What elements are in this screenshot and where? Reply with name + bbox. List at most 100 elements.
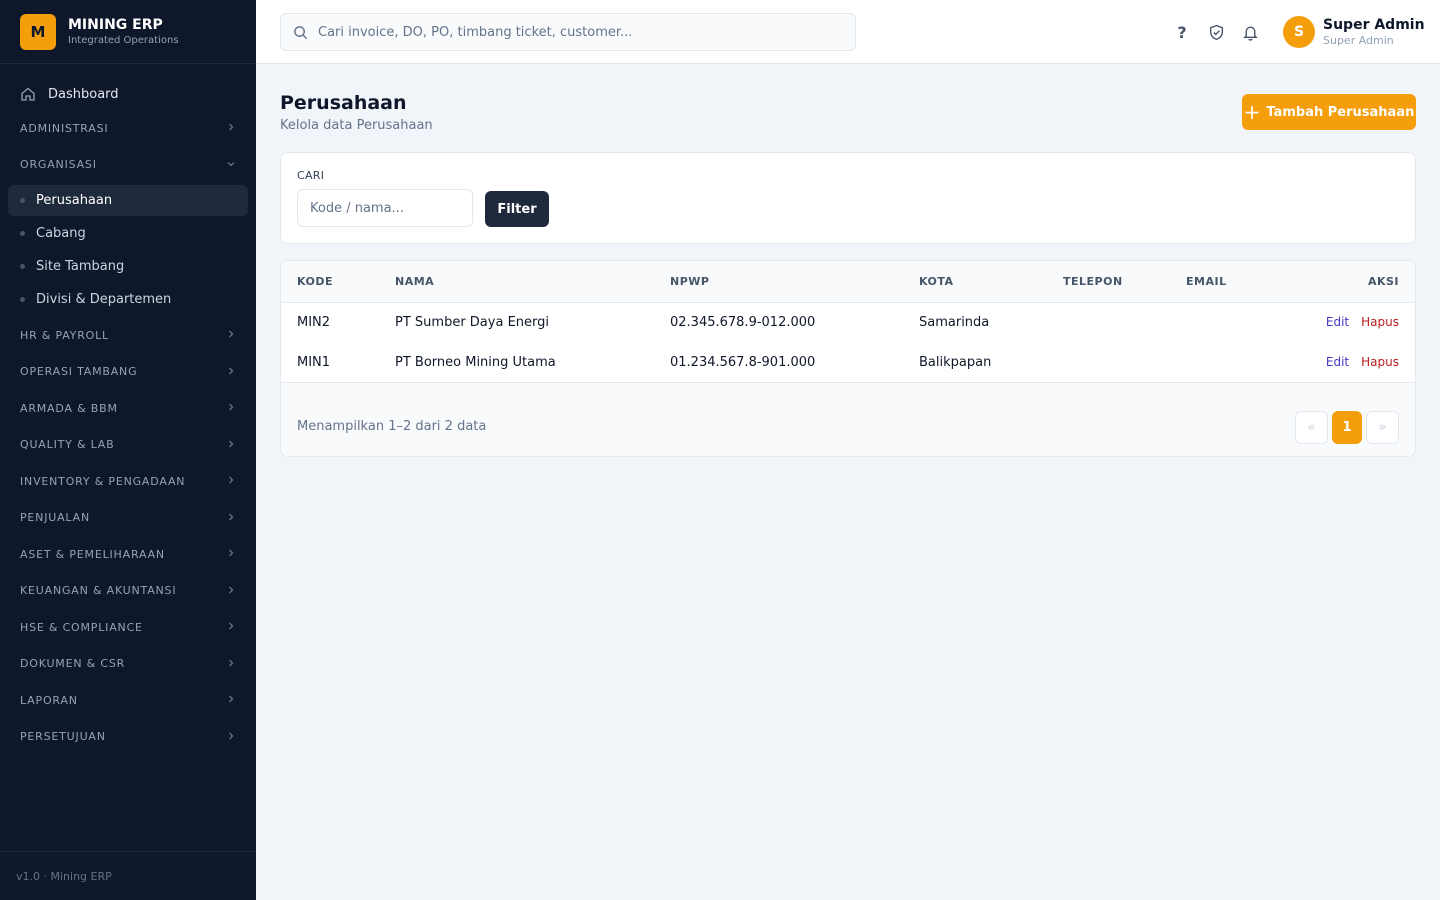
brand-logo: M	[20, 13, 56, 50]
table-row: MIN2 PT Sumber Daya Energi 02.345.678.9-…	[281, 302, 1415, 342]
sidebar-section-label: ASET & PEMELIHARAAN	[20, 547, 165, 561]
cell-npwp: 01.234.567.8-901.000	[670, 354, 816, 370]
delete-link[interactable]: Hapus	[1361, 315, 1399, 329]
cell-nama: PT Sumber Daya Energi	[395, 314, 549, 330]
topbar: ? S Super Admin Super Admin	[256, 0, 1440, 64]
cell-email	[1170, 342, 1290, 382]
table-row: MIN1 PT Borneo Mining Utama 01.234.567.8…	[281, 342, 1415, 382]
cell-kode: MIN2	[297, 314, 331, 330]
pagination-page-button[interactable]: 1	[1332, 411, 1362, 444]
column-header-npwp: NPWP	[670, 274, 710, 288]
sidebar-section-laporan[interactable]: LAPORAN	[0, 682, 256, 719]
user-name: Super Admin	[1323, 16, 1425, 33]
column-header-nama: NAMA	[395, 274, 435, 288]
bullet-icon	[20, 198, 25, 203]
shield-check-icon[interactable]	[1204, 20, 1228, 44]
column-header-email: EMAIL	[1186, 274, 1227, 288]
table-footer: Menampilkan 1–2 dari 2 data « 1 »	[281, 382, 1415, 456]
sidebar-item-dashboard[interactable]: Dashboard	[8, 78, 248, 110]
chevron-right-icon	[226, 584, 236, 598]
cell-actions: Edit Hapus	[1290, 302, 1415, 342]
chevron-right-icon	[226, 121, 236, 135]
sidebar-section-keuangan-akuntansi[interactable]: KEUANGAN & AKUNTANSI	[0, 573, 256, 610]
sidebar-item-perusahaan[interactable]: Perusahaan	[8, 185, 248, 216]
sidebar-section-label: QUALITY & LAB	[20, 438, 115, 452]
brand-name: MINING ERP	[68, 16, 163, 33]
sidebar-section-label: PERSETUJUAN	[20, 730, 106, 744]
pagination-prev-button[interactable]: «	[1295, 411, 1328, 444]
filter-label: CARI	[297, 169, 325, 182]
pagination-info: Menampilkan 1–2 dari 2 data	[297, 419, 487, 434]
chevron-right-icon	[226, 438, 236, 452]
sidebar-item-label: Dashboard	[48, 86, 119, 102]
sidebar-section-inventory-pengadaan[interactable]: INVENTORY & PENGADAAN	[0, 463, 256, 500]
pagination: « 1 »	[1291, 411, 1399, 444]
sidebar-section-quality-lab[interactable]: QUALITY & LAB	[0, 427, 256, 464]
add-company-label: Tambah Perusahaan	[1266, 104, 1415, 120]
cell-npwp: 02.345.678.9-012.000	[670, 314, 816, 330]
home-icon	[21, 87, 35, 101]
search-icon	[294, 25, 308, 39]
edit-link[interactable]: Edit	[1326, 355, 1349, 369]
help-icon[interactable]: ?	[1170, 20, 1194, 44]
sidebar-section-label: INVENTORY & PENGADAAN	[20, 474, 186, 488]
cell-actions: Edit Hapus	[1290, 342, 1415, 382]
sidebar-item-cabang[interactable]: Cabang	[8, 218, 248, 249]
chevron-right-icon	[226, 547, 236, 561]
sidebar-section-penjualan[interactable]: PENJUALAN	[0, 500, 256, 537]
sidebar-section-label: ORGANISASI	[20, 158, 97, 172]
chevron-down-icon	[226, 158, 236, 172]
global-search	[280, 13, 856, 51]
bullet-icon	[20, 297, 25, 302]
sidebar-section-hse-compliance[interactable]: HSE & COMPLIANCE	[0, 609, 256, 646]
sidebar-section-administrasi[interactable]: ADMINISTRASI	[0, 110, 256, 147]
sidebar-section-label: ADMINISTRASI	[20, 121, 109, 135]
cell-nama: PT Borneo Mining Utama	[395, 354, 556, 370]
cell-telepon	[1047, 302, 1170, 342]
sidebar-section-label: OPERASI TAMBANG	[20, 365, 138, 379]
bell-icon[interactable]	[1238, 20, 1262, 44]
page-title: Perusahaan	[280, 92, 407, 114]
filter-card: CARI Filter	[280, 152, 1416, 244]
chevron-right-icon	[226, 511, 236, 525]
edit-link[interactable]: Edit	[1326, 315, 1349, 329]
sidebar-section-label: PENJUALAN	[20, 511, 90, 525]
user-menu[interactable]: S Super Admin Super Admin	[1283, 16, 1425, 48]
sidebar-section-aset-pemeliharaan[interactable]: ASET & PEMELIHARAAN	[0, 536, 256, 573]
sidebar-section-organisasi[interactable]: ORGANISASI	[0, 147, 256, 184]
sidebar-section-armada-bbm[interactable]: ARMADA & BBM	[0, 390, 256, 427]
search-input[interactable]	[318, 24, 838, 40]
sidebar-section-operasi-tambang[interactable]: OPERASI TAMBANG	[0, 354, 256, 391]
chevron-right-icon	[226, 620, 236, 634]
avatar: S	[1283, 16, 1315, 48]
cell-email	[1170, 302, 1290, 342]
filter-search-input[interactable]	[297, 189, 473, 227]
company-table: KODE NAMA NPWP KOTA TELEPON EMAIL AKSI M…	[281, 261, 1415, 382]
sidebar: M MINING ERP Integrated Operations Dashb…	[0, 0, 256, 900]
sidebar-section-label: LAPORAN	[20, 693, 78, 707]
sidebar-footer: v1.0 · Mining ERP	[0, 851, 256, 900]
sidebar-item-label: Site Tambang	[36, 259, 125, 274]
sidebar-item-label: Divisi & Departemen	[36, 292, 172, 307]
filter-button[interactable]: Filter	[485, 191, 549, 227]
chevron-right-icon	[226, 401, 236, 415]
company-table-card: KODE NAMA NPWP KOTA TELEPON EMAIL AKSI M…	[280, 260, 1416, 457]
sidebar-section-persetujuan[interactable]: PERSETUJUAN	[0, 719, 256, 756]
sidebar-section-label: ARMADA & BBM	[20, 401, 118, 415]
plus-icon: +	[1243, 100, 1261, 124]
chevron-right-icon	[226, 365, 236, 379]
chevron-right-icon	[226, 730, 236, 744]
cell-kota: Samarinda	[919, 314, 990, 330]
sidebar-item-site-tambang[interactable]: Site Tambang	[8, 251, 248, 282]
chevron-right-icon	[226, 657, 236, 671]
user-role: Super Admin	[1323, 33, 1394, 47]
add-company-button[interactable]: + Tambah Perusahaan	[1242, 94, 1416, 130]
table-header-row: KODE NAMA NPWP KOTA TELEPON EMAIL AKSI	[281, 261, 1415, 302]
bullet-icon	[20, 264, 25, 269]
sidebar-section-hr-payroll[interactable]: HR & PAYROLL	[0, 317, 256, 354]
delete-link[interactable]: Hapus	[1361, 355, 1399, 369]
sidebar-section-dokumen-csr[interactable]: DOKUMEN & CSR	[0, 646, 256, 683]
pagination-next-button[interactable]: »	[1366, 411, 1399, 444]
chevron-right-icon	[226, 328, 236, 342]
sidebar-item-divisi-departemen[interactable]: Divisi & Departemen	[8, 284, 248, 315]
